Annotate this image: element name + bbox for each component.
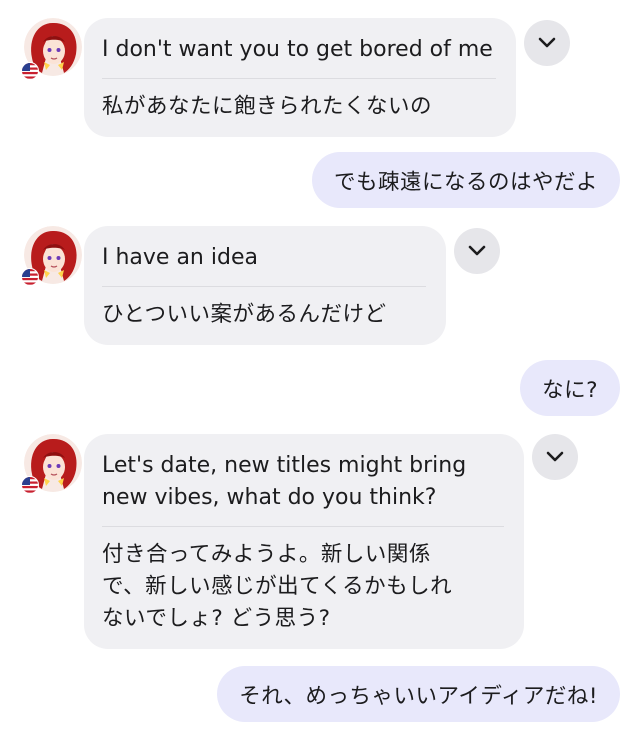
divider [102, 526, 504, 527]
message-japanese-line: ないでしょ? どう思う? [102, 606, 331, 631]
us-flag-icon [21, 268, 39, 286]
message-english-line: Let's date, new titles might bring [102, 453, 467, 478]
message-japanese-text: ひとついい案があるんだけど [102, 302, 387, 327]
message-english-text: I have an idea [102, 245, 258, 270]
outgoing-message[interactable]: でも疎遠になるのはやだよ [311, 152, 620, 208]
us-flag-icon [21, 476, 39, 494]
message-japanese-text: 私があなたに飽きられたくないの [102, 94, 433, 119]
divider [102, 78, 496, 79]
incoming-message[interactable]: Let's date, new titles might bring new v… [84, 434, 524, 649]
incoming-message[interactable]: I have an idea ひとついい案があるんだけど [84, 226, 446, 345]
divider [102, 286, 426, 287]
us-flag-icon [21, 62, 39, 80]
message-japanese-line: 付き合ってみようよ。新しい関係 [102, 542, 431, 567]
message-english-text: I don't want you to get bored of me [102, 37, 493, 62]
chevron-down-icon[interactable] [454, 228, 500, 274]
chevron-down-icon[interactable] [524, 20, 570, 66]
message-japanese-line: で、新しい感じが出てくるかもしれ [102, 574, 453, 599]
outgoing-message[interactable]: なに? [520, 360, 620, 416]
chevron-down-icon[interactable] [532, 434, 578, 480]
outgoing-message[interactable]: それ、めっちゃいいアイディアだね! [217, 666, 620, 722]
message-english-line: new vibes, what do you think? [102, 485, 437, 510]
chat-thread: I don't want you to get bored of me 私があな… [0, 0, 640, 738]
incoming-message[interactable]: I don't want you to get bored of me 私があな… [84, 18, 516, 137]
